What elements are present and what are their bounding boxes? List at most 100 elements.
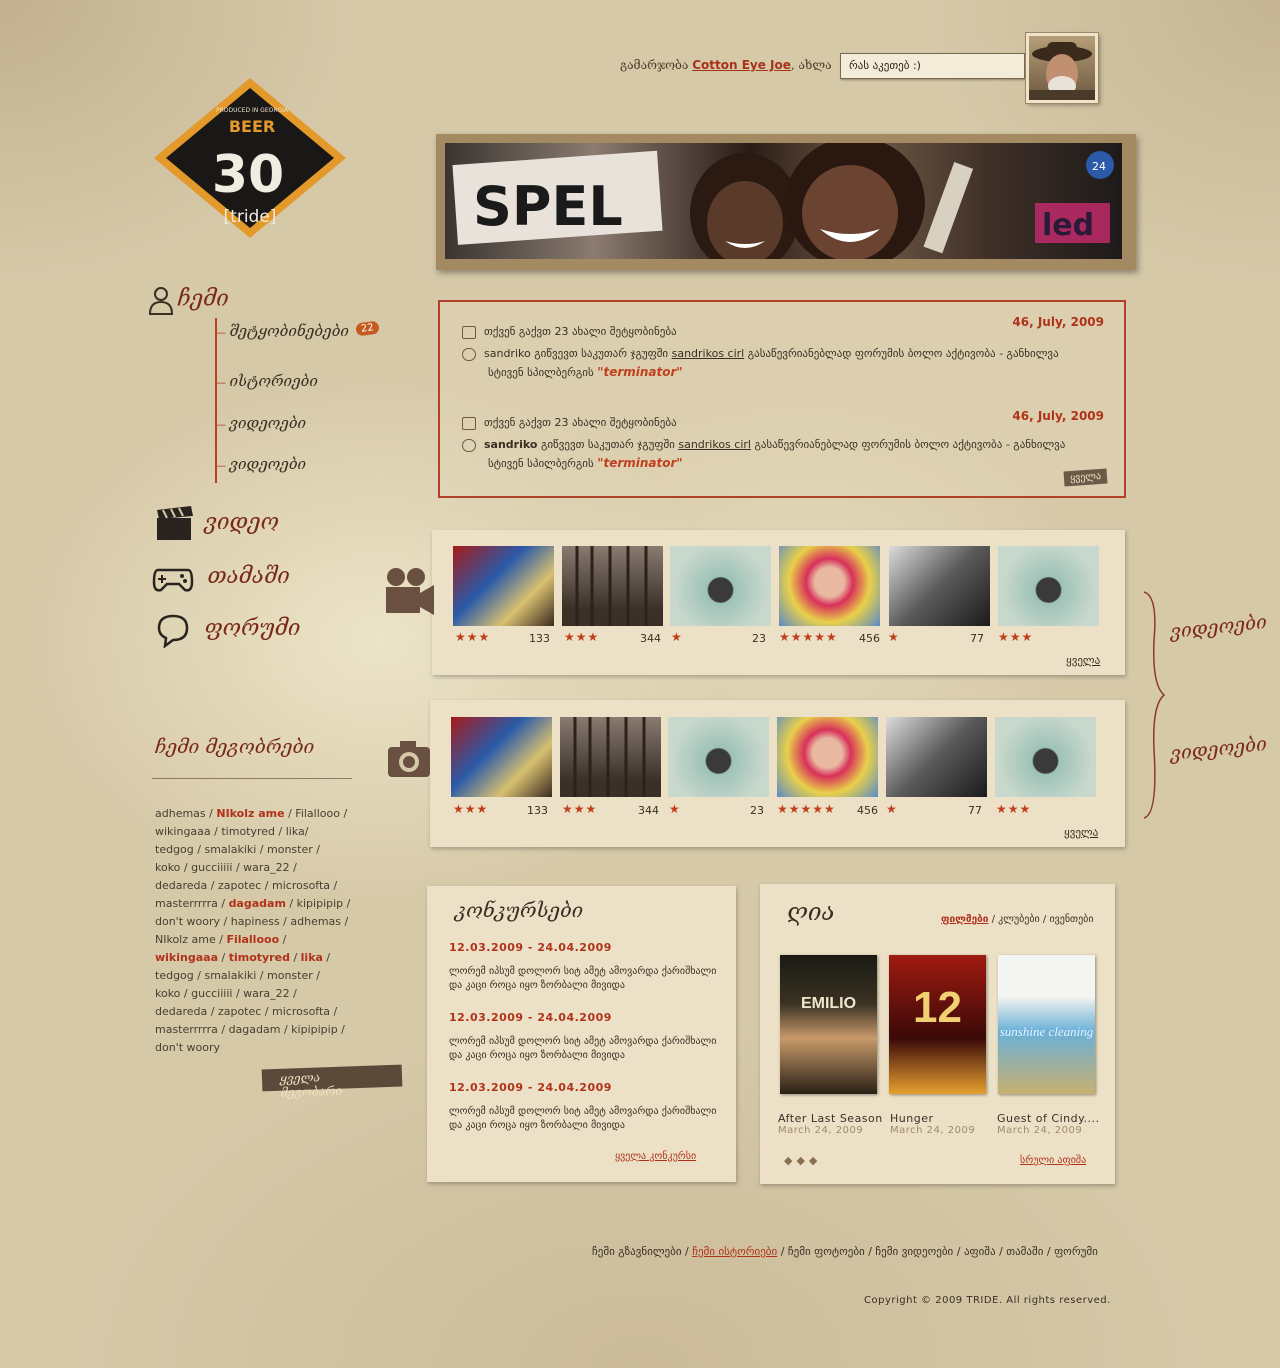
invite-user-link[interactable]: sandriko xyxy=(484,347,531,360)
side-label-videos[interactable]: ვიდეოები xyxy=(1169,611,1268,643)
notification-messages[interactable]: თქვენ გაქვთ 23 ახალი შეტყობინება xyxy=(462,414,677,432)
friend-link[interactable]: wikingaaa xyxy=(155,825,211,838)
friend-link[interactable]: lika xyxy=(286,825,305,838)
notification-messages[interactable]: თქვენ გაქვთ 23 ახალი შეტყობინება xyxy=(462,323,677,341)
movie-title[interactable]: After Last Season xyxy=(778,1112,883,1125)
avatar[interactable] xyxy=(1025,32,1099,104)
friend-link[interactable]: NIkolz ame xyxy=(216,807,284,820)
all-contests-link[interactable]: ყველა კონკურსი xyxy=(615,1151,696,1162)
movie-poster[interactable]: 12 xyxy=(889,955,986,1094)
user-name-link[interactable]: Cotton Eye Joe xyxy=(692,58,791,72)
footer-link[interactable]: ჩემი ფოტოები xyxy=(788,1245,865,1258)
friend-link[interactable]: Filallooo xyxy=(226,933,279,946)
friend-link[interactable]: microsofta xyxy=(272,879,330,892)
nav-games[interactable]: თამაში xyxy=(152,562,290,597)
friend-link[interactable]: Filallooo xyxy=(295,807,340,820)
friend-link[interactable]: masterrrrra xyxy=(155,1023,218,1036)
footer-link-active[interactable]: ჩემი ისტორიები xyxy=(692,1245,777,1258)
friend-link[interactable]: kipipipip xyxy=(297,897,344,910)
friend-link[interactable]: smalakiki xyxy=(204,969,256,982)
videos-all-link[interactable]: ყველა xyxy=(1066,654,1100,667)
video-thumbnail[interactable] xyxy=(779,546,880,626)
sidebar-item-videos[interactable]: — ვიდეოები xyxy=(215,414,306,432)
video-thumbnail[interactable] xyxy=(777,717,878,797)
friend-link[interactable]: dagadam xyxy=(229,1023,281,1036)
banner-image[interactable]: SPEL led 24 xyxy=(445,143,1122,259)
footer-link[interactable]: ჩემი გზავნილები xyxy=(592,1245,682,1258)
topic-link[interactable]: "terminator" xyxy=(597,365,682,379)
full-poster-link[interactable]: სრული აფიშა xyxy=(1020,1155,1086,1166)
movie-poster[interactable]: EMILIO xyxy=(780,955,877,1094)
friend-link[interactable]: wara_22 xyxy=(243,987,290,1000)
status-input[interactable]: რას აკეთებ :) xyxy=(840,53,1025,79)
friend-link[interactable]: zapotec xyxy=(218,879,261,892)
movie-title[interactable]: Guest of Cindy.... xyxy=(997,1112,1100,1125)
footer-link[interactable]: აფიშა xyxy=(964,1245,996,1258)
friend-link[interactable]: dedareda xyxy=(155,1005,207,1018)
friend-link[interactable]: NIkolz ame xyxy=(155,933,216,946)
friend-link[interactable]: dedareda xyxy=(155,879,207,892)
sidebar-item-messages[interactable]: — შეტყობინებები 22 xyxy=(215,320,380,340)
movie-title[interactable]: Hunger xyxy=(890,1112,934,1125)
group-link[interactable]: sandrikos cirl xyxy=(672,347,745,360)
sidebar-item-videos-2[interactable]: — ვიდეოები xyxy=(215,455,306,473)
tab-events[interactable]: ივენთები xyxy=(1049,914,1093,925)
friend-link[interactable]: koko xyxy=(155,987,180,1000)
notifications-all-link[interactable]: ყველა xyxy=(1063,468,1108,487)
tab-clubs[interactable]: კლუბები xyxy=(998,914,1040,925)
tab-films[interactable]: ფილმები xyxy=(941,914,988,925)
friend-link[interactable]: zapotec xyxy=(218,1005,261,1018)
friend-link[interactable]: monster xyxy=(267,843,313,856)
friend-link[interactable]: microsofta xyxy=(272,1005,330,1018)
friend-link[interactable]: adhemas xyxy=(290,915,341,928)
video-thumbnail[interactable] xyxy=(453,546,554,626)
friend-link[interactable]: adhemas xyxy=(155,807,206,820)
friend-link[interactable]: wara_22 xyxy=(243,861,290,874)
nav-forum[interactable]: ფორუმი xyxy=(155,612,300,651)
video-thumbnail[interactable] xyxy=(995,717,1096,797)
footer-link[interactable]: ჩემი ვიდეოები xyxy=(875,1245,953,1258)
video-thumbnail[interactable] xyxy=(886,717,987,797)
invite-user-link[interactable]: sandriko xyxy=(484,438,537,451)
friend-link[interactable]: gucciiiii xyxy=(191,861,232,874)
friend-link[interactable]: tedgog xyxy=(155,969,194,982)
sidebar-item-stories[interactable]: — ისტორიები xyxy=(215,372,318,390)
all-friends-link[interactable]: ყველა მეგობარი xyxy=(261,1064,403,1100)
video-thumbnail[interactable] xyxy=(451,717,552,797)
friend-link[interactable]: tedgog xyxy=(155,843,194,856)
movie-poster[interactable]: sunshine cleaning xyxy=(998,955,1095,1094)
friend-link[interactable]: dagadam xyxy=(229,897,286,910)
video-thumbnail[interactable] xyxy=(562,546,663,626)
video-thumbnail[interactable] xyxy=(670,546,771,626)
contest-text[interactable]: ლორემ იპსუმ დოლორ სიტ ამეტ ამოვარდა ქარი… xyxy=(449,1035,724,1063)
friend-link[interactable]: wikingaaa xyxy=(155,951,218,964)
footer-link[interactable]: ფორუმი xyxy=(1054,1245,1098,1258)
topic-link[interactable]: "terminator" xyxy=(597,456,682,470)
site-logo[interactable]: BEER PRODUCED IN GEORGIA 30 [tride] xyxy=(150,70,350,250)
friend-link[interactable]: koko xyxy=(155,861,180,874)
side-label-videos-2[interactable]: ვიდეოები xyxy=(1169,733,1268,765)
friend-link[interactable]: masterrrrra xyxy=(155,897,218,910)
contest-text[interactable]: ლორემ იპსუმ დოლორ სიტ ამეტ ამოვარდა ქარი… xyxy=(449,1105,724,1133)
friend-link[interactable]: gucciiiii xyxy=(191,987,232,1000)
friend-link[interactable]: don't woory xyxy=(155,1041,220,1054)
friend-link[interactable]: don't woory xyxy=(155,915,220,928)
friend-link[interactable]: monster xyxy=(267,969,313,982)
nav-video[interactable]: ვიდეო xyxy=(155,506,279,545)
video-thumbnail[interactable] xyxy=(560,717,661,797)
video-thumbnail[interactable] xyxy=(998,546,1099,626)
friend-link[interactable]: hapiness xyxy=(231,915,280,928)
footer-link[interactable]: თამაში xyxy=(1006,1245,1043,1258)
friend-link[interactable]: smalakiki xyxy=(204,843,256,856)
friend-link[interactable]: lika xyxy=(301,951,323,964)
group-link[interactable]: sandrikos cirl xyxy=(678,438,751,451)
carousel-dots[interactable]: ◆◆◆ xyxy=(784,1154,821,1167)
video-thumbnail[interactable] xyxy=(668,717,769,797)
contest-text[interactable]: ლორემ იპსუმ დოლორ სიტ ამეტ ამოვარდა ქარი… xyxy=(449,965,724,993)
video-thumbnail[interactable] xyxy=(889,546,990,626)
friend-link[interactable]: timotyred xyxy=(221,825,275,838)
friend-link[interactable]: kipipipip xyxy=(291,1023,338,1036)
videos-all-link[interactable]: ყველა xyxy=(1064,826,1098,839)
nav-profile[interactable]: ჩემი xyxy=(148,286,229,319)
friend-link[interactable]: timotyred xyxy=(229,951,290,964)
